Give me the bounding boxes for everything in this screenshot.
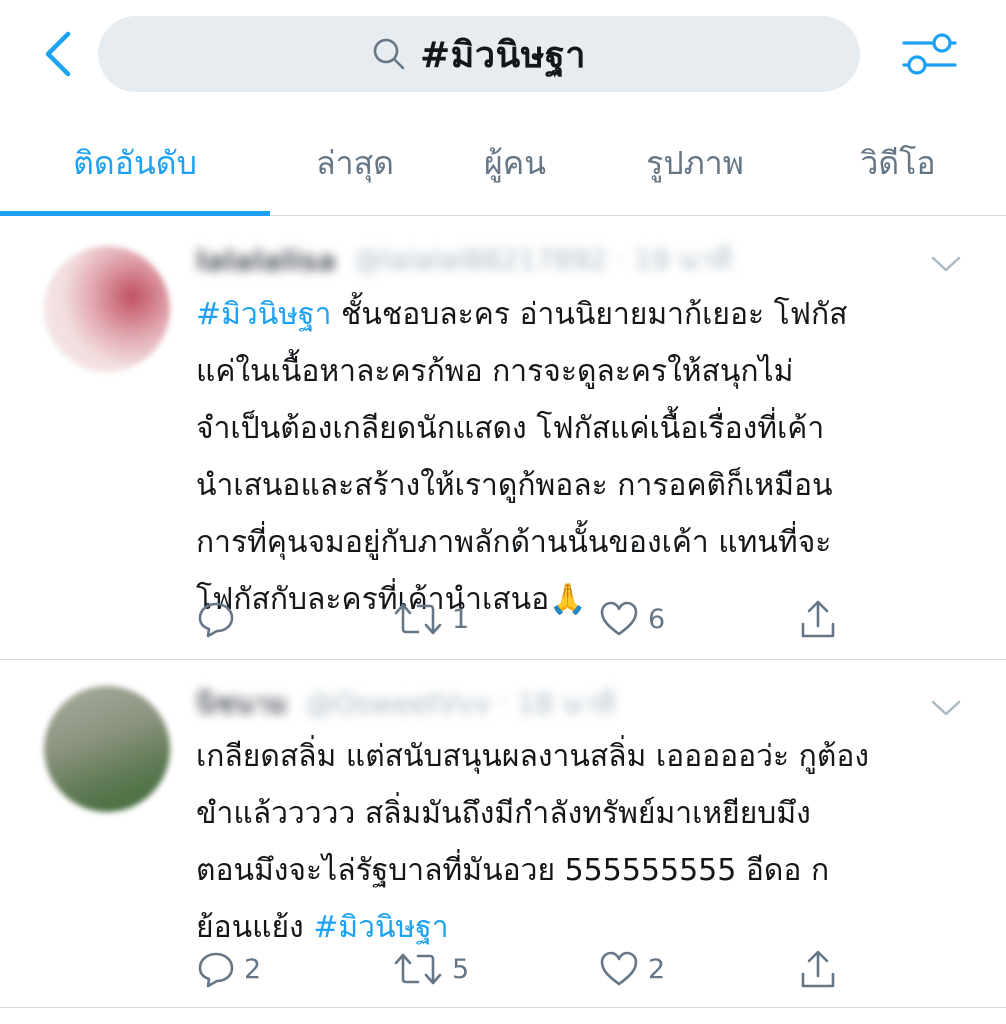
- chevron-down-icon[interactable]: [928, 696, 964, 720]
- chevron-left-icon: [45, 31, 71, 77]
- search-input[interactable]: #มิวนิษฐา: [98, 16, 860, 92]
- reply-icon: [198, 952, 234, 988]
- share-icon: [801, 950, 835, 988]
- tab-people[interactable]: ผู้คน: [440, 110, 590, 216]
- like-count: 6: [648, 603, 666, 635]
- retweet-button[interactable]: 5: [392, 944, 469, 994]
- tab-latest[interactable]: ล่าสุด: [270, 110, 440, 216]
- tab-videos[interactable]: วิดีโอ: [800, 110, 996, 216]
- handle-and-time: @lalalal88217892 · 19 นาที: [354, 243, 732, 276]
- tweet-text: #มิวนิษฐา ชั้นชอบละคร อ่านนิยายมาก้เยอะ …: [196, 286, 976, 628]
- back-button[interactable]: [38, 30, 78, 78]
- tweet[interactable]: นิชนาม @OsweetVvv · 18 นาที เกลียดสลิ่ม …: [0, 660, 1006, 1008]
- hashtag-link[interactable]: #มิวนิษฐา: [313, 910, 448, 945]
- magnifier-icon: [373, 38, 405, 70]
- tab-photos[interactable]: รูปภาพ: [590, 110, 800, 216]
- reply-button[interactable]: [196, 594, 244, 644]
- like-button[interactable]: 6: [598, 594, 665, 644]
- tweet-body: ชั้นชอบละคร อ่านนิยายมาก้เยอะ โฟกัส แค่ใ…: [196, 297, 848, 617]
- handle-and-time: @OsweetVvv · 18 นาที: [305, 687, 616, 720]
- tweet-header: lalalalisa @lalalal88217892 · 19 นาที: [196, 240, 732, 280]
- display-name[interactable]: lalalalisa: [196, 244, 336, 277]
- share-icon: [801, 600, 835, 638]
- tweet-text: เกลียดสลิ่ม แต่สนับสนุนผลงานสลิ่ม เอออออ…: [196, 728, 976, 956]
- retweet-icon: [394, 953, 442, 985]
- reply-button[interactable]: 2: [196, 944, 261, 994]
- retweet-count: 1: [452, 603, 470, 635]
- retweet-button[interactable]: 1: [392, 594, 469, 644]
- like-count: 2: [648, 953, 666, 985]
- twitter-search-screen: #มิวนิษฐา ติดอันดับ ล่าสุด ผู้คน รูปภาพ …: [0, 0, 1006, 1024]
- tweet-body: เกลียดสลิ่ม แต่สนับสนุนผลงานสลิ่ม เอออออ…: [196, 739, 869, 945]
- chevron-down-icon[interactable]: [928, 252, 964, 276]
- reply-icon: [198, 602, 234, 638]
- search-tabs: ติดอันดับ ล่าสุด ผู้คน รูปภาพ วิดีโอ: [0, 110, 1006, 216]
- tweet-actions: 1 6: [0, 594, 1006, 644]
- share-button[interactable]: [798, 594, 838, 644]
- search-query-text: #มิวนิษฐา: [419, 34, 587, 76]
- heart-icon: [600, 601, 638, 636]
- retweet-icon: [394, 603, 442, 635]
- heart-icon: [600, 951, 638, 986]
- hashtag-link[interactable]: #มิวนิษฐา: [196, 297, 331, 332]
- tweet[interactable]: lalalalisa @lalalal88217892 · 19 นาที #ม…: [0, 216, 1006, 660]
- display-name[interactable]: นิชนาม: [196, 682, 287, 726]
- retweet-count: 5: [452, 953, 470, 985]
- share-button[interactable]: [798, 944, 838, 994]
- tweet-header: นิชนาม @OsweetVvv · 18 นาที: [196, 684, 615, 724]
- like-button[interactable]: 2: [598, 944, 665, 994]
- tab-top[interactable]: ติดอันดับ: [0, 110, 270, 216]
- top-bar: #มิวนิษฐา: [0, 0, 1006, 110]
- avatar[interactable]: [44, 246, 170, 372]
- filter-button[interactable]: [900, 28, 958, 80]
- filter-sliders-icon: [902, 33, 957, 75]
- tweet-actions: 2 5 2: [0, 944, 1006, 994]
- avatar[interactable]: [44, 686, 170, 812]
- reply-count: 2: [244, 953, 262, 985]
